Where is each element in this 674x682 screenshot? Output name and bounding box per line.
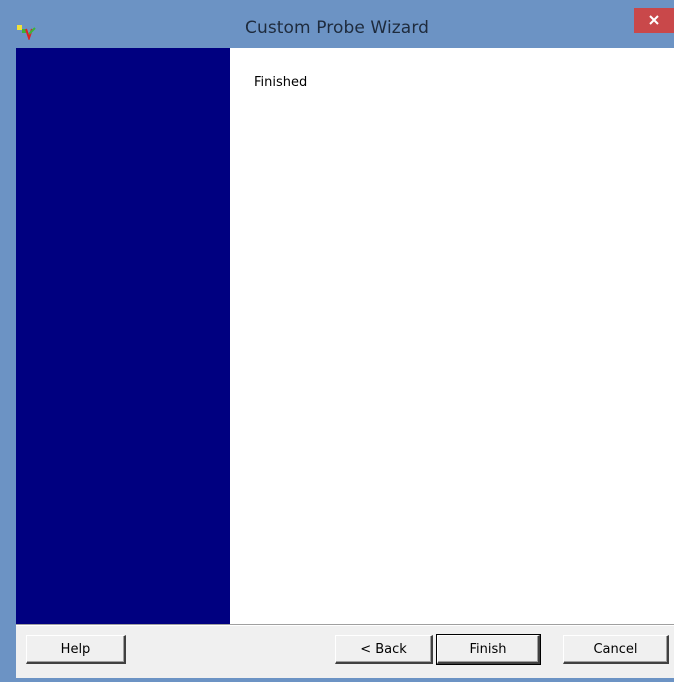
page-heading: Finished — [254, 75, 308, 90]
wizard-client-area: Finished Help < Back Finish Cancel — [16, 48, 674, 678]
back-button[interactable]: < Back — [335, 635, 433, 664]
wizard-page-content: Finished — [230, 48, 674, 624]
help-button[interactable]: Help — [26, 635, 126, 664]
close-icon — [648, 11, 660, 30]
button-bar: Help < Back Finish Cancel — [16, 626, 674, 678]
window-bottom-border — [0, 678, 674, 682]
close-button[interactable] — [634, 8, 674, 33]
title-bar[interactable]: Custom Probe Wizard — [0, 0, 674, 48]
wizard-side-panel — [16, 48, 230, 624]
finish-button[interactable]: Finish — [436, 634, 541, 665]
cancel-button[interactable]: Cancel — [563, 635, 669, 664]
wizard-window: Custom Probe Wizard Finished Help < Back… — [0, 0, 674, 682]
window-title: Custom Probe Wizard — [244, 18, 430, 38]
